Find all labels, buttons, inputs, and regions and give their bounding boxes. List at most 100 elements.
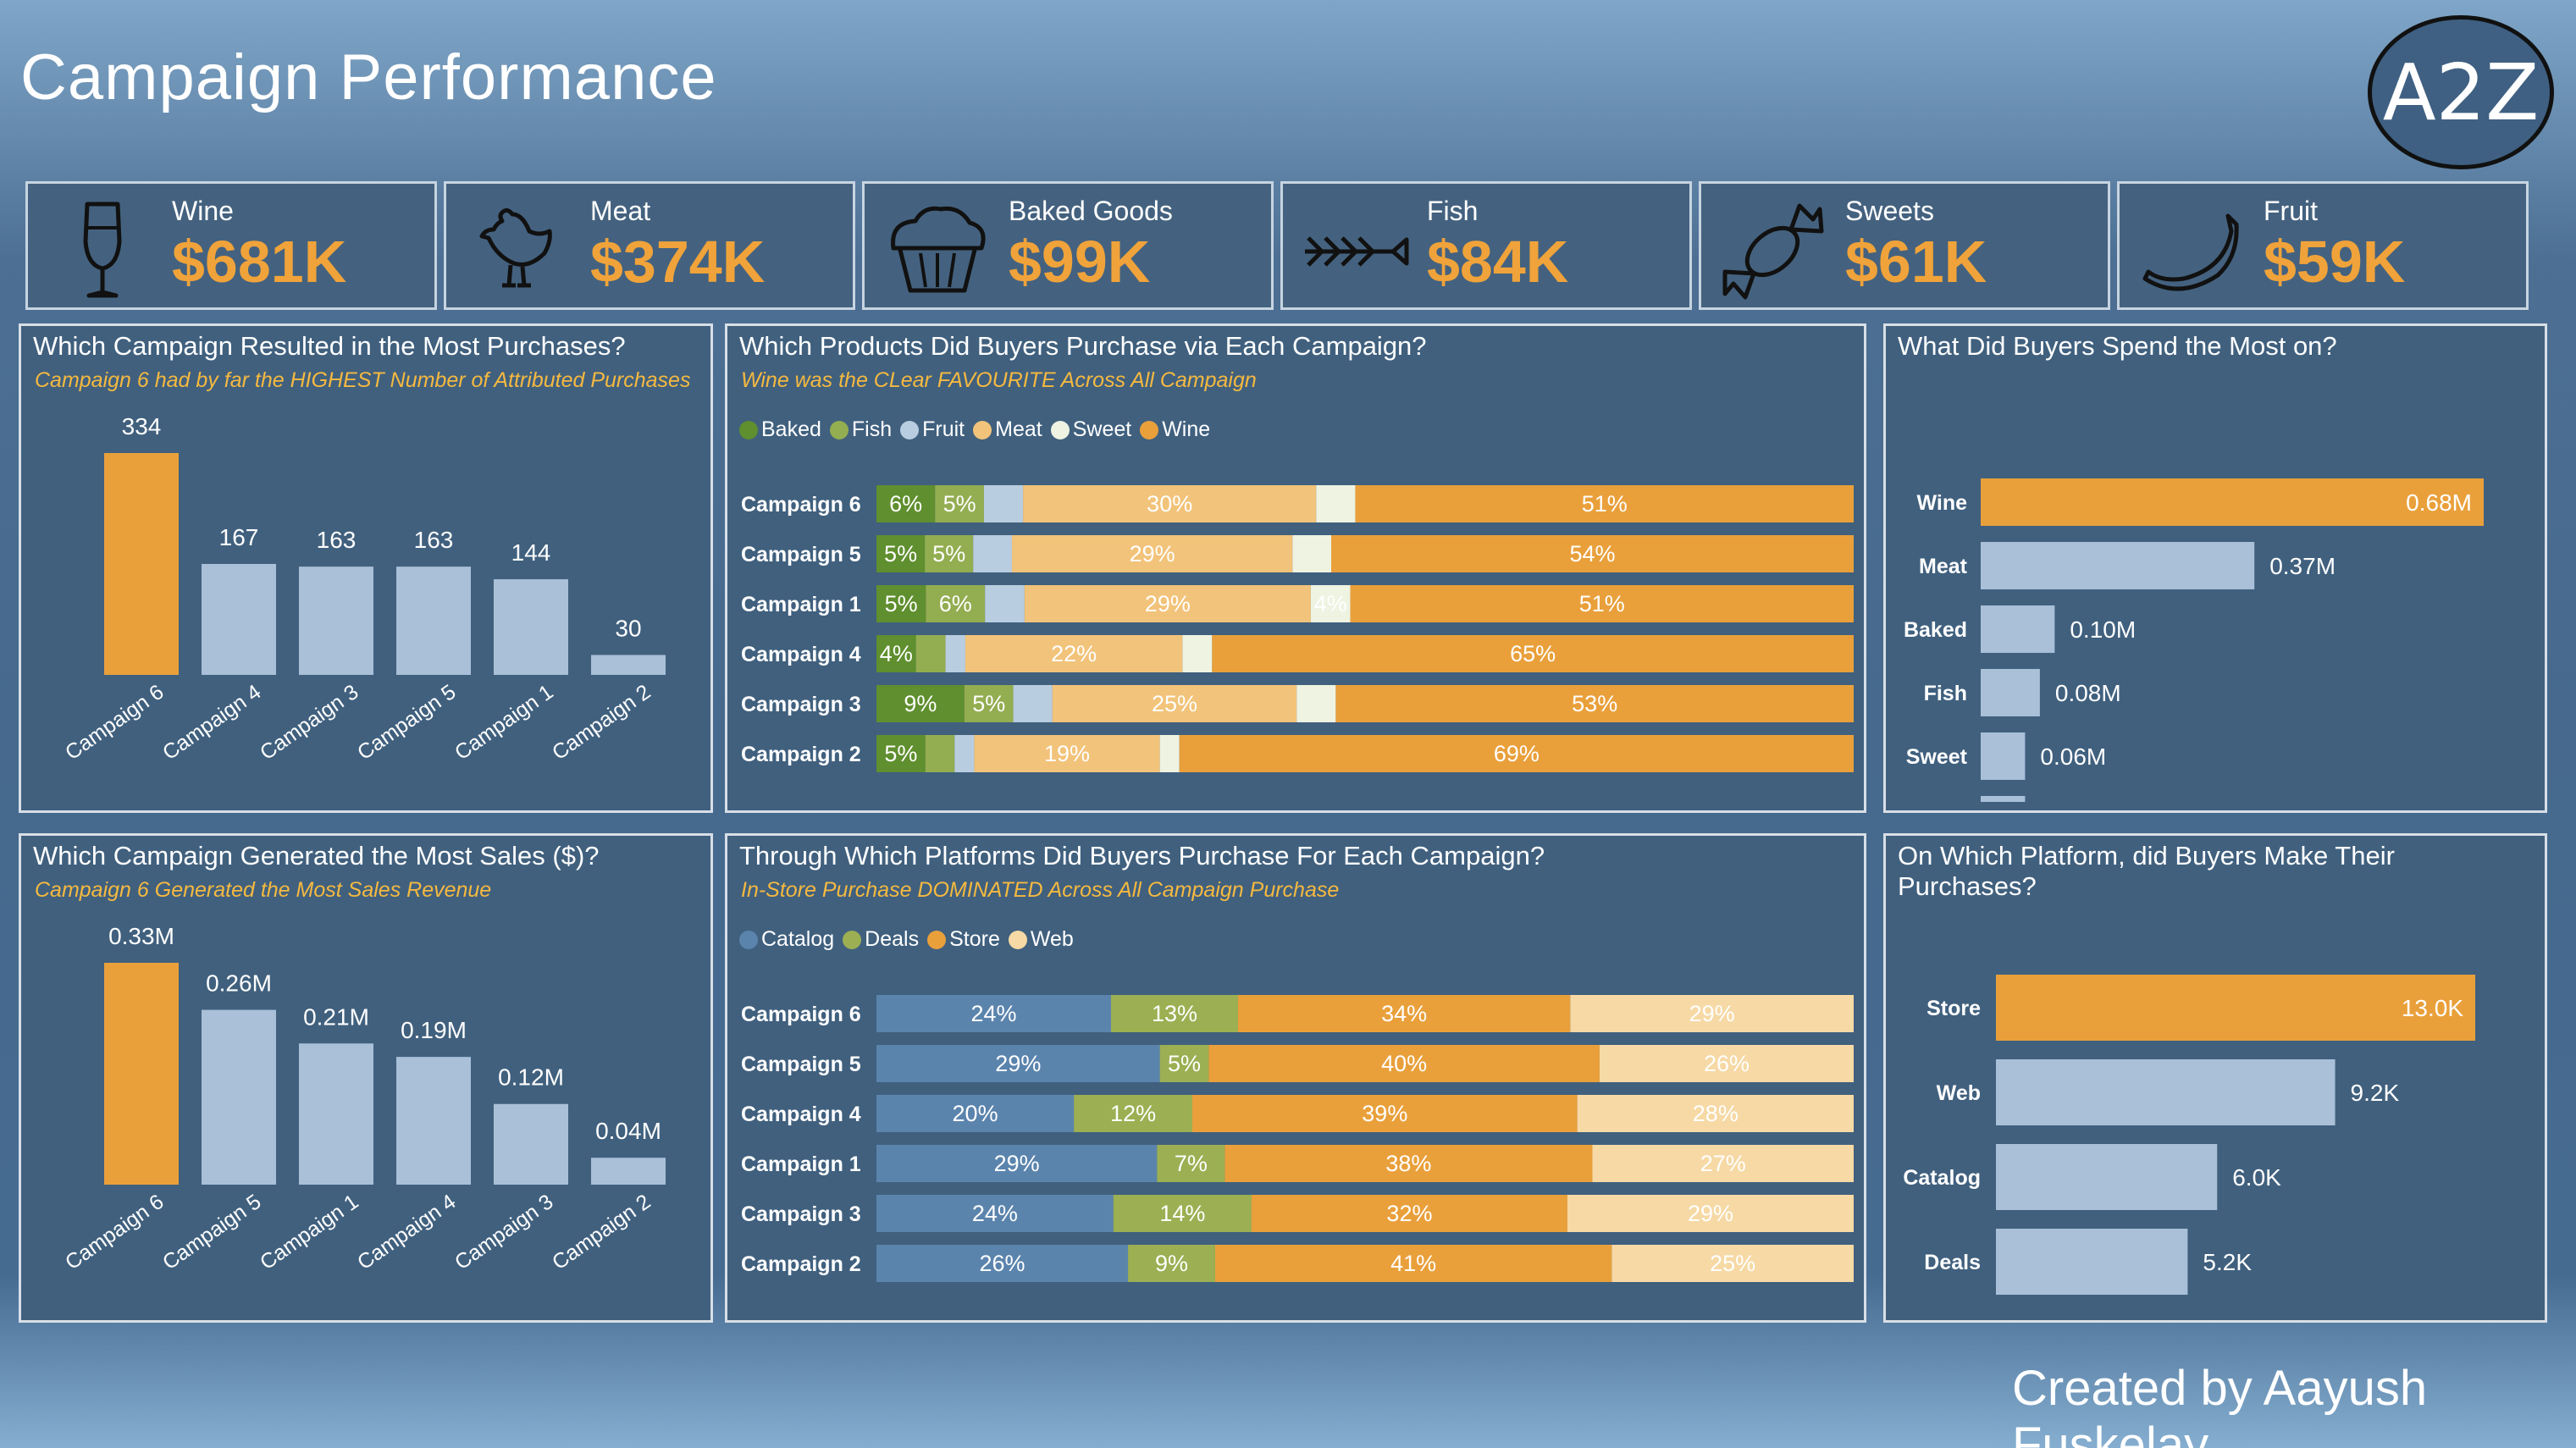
bar-segment [945, 635, 965, 672]
legend-label: Catalog [761, 927, 835, 951]
data-label: 25% [1710, 1251, 1755, 1276]
bar [299, 566, 373, 675]
data-label: 65% [1510, 641, 1556, 666]
data-label: 29% [994, 1151, 1040, 1176]
bar [1981, 732, 2026, 780]
data-label: 163 [317, 527, 357, 553]
legend-item: Web [1008, 927, 1074, 952]
kpi-card-sweets: Sweets $61K [1699, 181, 2110, 310]
panel-platform-totals: On Which Platform, did Buyers Make Their… [1883, 833, 2547, 1323]
panel-title: Through Which Platforms Did Buyers Purch… [739, 841, 1545, 870]
kpi-card-wine: Wine $681K [25, 181, 437, 310]
tick-label: Sweet [1906, 745, 1968, 769]
tick-label: Deals [1924, 1251, 1981, 1274]
purchases-bar-chart: 334 Campaign 6 167 Campaign 4 163 Campaign 3 1… [61, 413, 666, 765]
data-label: 4% [880, 641, 913, 666]
platforms-legend: Catalog Deals Store Web [739, 927, 1074, 952]
data-label: 334 [122, 413, 162, 439]
data-label: 6.0K [2232, 1164, 2281, 1191]
data-label: 5% [885, 591, 918, 616]
data-label: 38% [1385, 1151, 1431, 1176]
tick-label: Campaign 6 [61, 680, 168, 765]
tick-label: Campaign 6 [61, 1190, 168, 1274]
legend-label: Fish [851, 417, 893, 441]
tick-label: Fish [1924, 682, 1967, 705]
bar-segment [1296, 685, 1336, 722]
legend-swatch [1140, 420, 1159, 439]
tick-label: Web [1937, 1081, 1981, 1105]
data-label: 51% [1579, 591, 1625, 616]
data-label: 12% [1110, 1101, 1156, 1126]
data-label: 41% [1390, 1251, 1436, 1276]
data-label: 9% [904, 691, 937, 716]
data-label: 0.33M [108, 923, 174, 949]
bar [299, 1043, 373, 1185]
tick-label: Campaign 2 [741, 1252, 861, 1276]
legend-swatch [829, 420, 849, 439]
panel-title: Which Campaign Resulted in the Most Purc… [33, 331, 626, 361]
banana-icon [2142, 213, 2239, 291]
data-label: 40% [1381, 1051, 1427, 1076]
bar [591, 655, 666, 675]
tick-label: Campaign 5 [741, 1053, 861, 1076]
bar [1981, 605, 2055, 653]
tick-label: Campaign 2 [548, 680, 655, 765]
panel-subtitle: In-Store Purchase DOMINATED Across All C… [741, 878, 1340, 902]
bar [1996, 1144, 2218, 1210]
kpi-label: Meat [590, 196, 651, 226]
bar [494, 579, 568, 675]
tick-label: Campaign 5 [741, 543, 861, 566]
bar-segment [1316, 485, 1356, 522]
bar-segment [1013, 685, 1053, 722]
bar-segment [985, 585, 1025, 622]
bar [202, 1009, 276, 1185]
bar [104, 453, 179, 675]
legend-item: Deals [843, 927, 919, 952]
tick-label: Campaign 3 [741, 1202, 861, 1226]
data-label: 0.08M [2055, 680, 2121, 706]
panel-title: What Did Buyers Spend the Most on? [1898, 331, 2337, 361]
products-stacked-bar-chart: Campaign 6 6% 5% 30% 51% Campaign 5 5% 5% 29% 54%… [741, 485, 1854, 772]
data-label: 0.26M [206, 970, 272, 997]
legend-swatch [927, 930, 947, 949]
data-label: 6% [889, 491, 922, 517]
data-label: 29% [995, 1051, 1041, 1076]
data-label: 144 [511, 539, 551, 566]
data-label: 5% [932, 541, 965, 566]
data-label: 0.06M [2040, 743, 2106, 770]
page-title: Campaign Performance [20, 41, 717, 113]
data-label: 9% [1155, 1251, 1188, 1276]
kpi-label: Sweets [1845, 196, 1934, 226]
tick-label: Baked [1904, 618, 1967, 642]
panel-platforms: Through Which Platforms Did Buyers Purch… [725, 833, 1866, 1323]
data-label: 0.21M [303, 1003, 369, 1030]
tick-label: Campaign 2 [548, 1190, 655, 1274]
kpi-value: $61K [1845, 229, 1987, 295]
legend-item: Catalog [739, 927, 834, 952]
data-label: 24% [972, 1201, 1018, 1226]
bar-segment [954, 735, 975, 772]
bar [396, 566, 471, 675]
legend-item: Sweet [1050, 417, 1132, 442]
panel-subtitle: Wine was the CLear FAVOURITE Across All … [741, 368, 1257, 392]
panel-title: On Which Platform, did Buyers Make Their… [1898, 841, 2395, 901]
legend-label: Fruit [922, 417, 965, 441]
legend-item: Wine [1140, 417, 1210, 442]
bar-segment [925, 735, 955, 772]
legend-item: Store [927, 927, 1000, 952]
tick-label: Campaign 1 [256, 1190, 362, 1274]
legend-label: Store [949, 927, 1000, 951]
bar [1996, 1229, 2188, 1295]
data-label: 69% [1494, 741, 1540, 766]
bar [1996, 1059, 2336, 1125]
bar [591, 1158, 666, 1185]
legend-label: Sweet [1072, 417, 1132, 441]
tick-label: Store [1926, 997, 1981, 1020]
tick-label: Campaign 4 [741, 643, 861, 666]
legend-label: Meat [995, 417, 1042, 441]
data-label: 29% [1688, 1201, 1733, 1226]
legend-swatch [973, 420, 992, 439]
bar [1981, 542, 2255, 589]
data-label: 20% [953, 1101, 998, 1126]
panel-spend: What Did Buyers Spend the Most on? Wine 0… [1883, 323, 2547, 813]
